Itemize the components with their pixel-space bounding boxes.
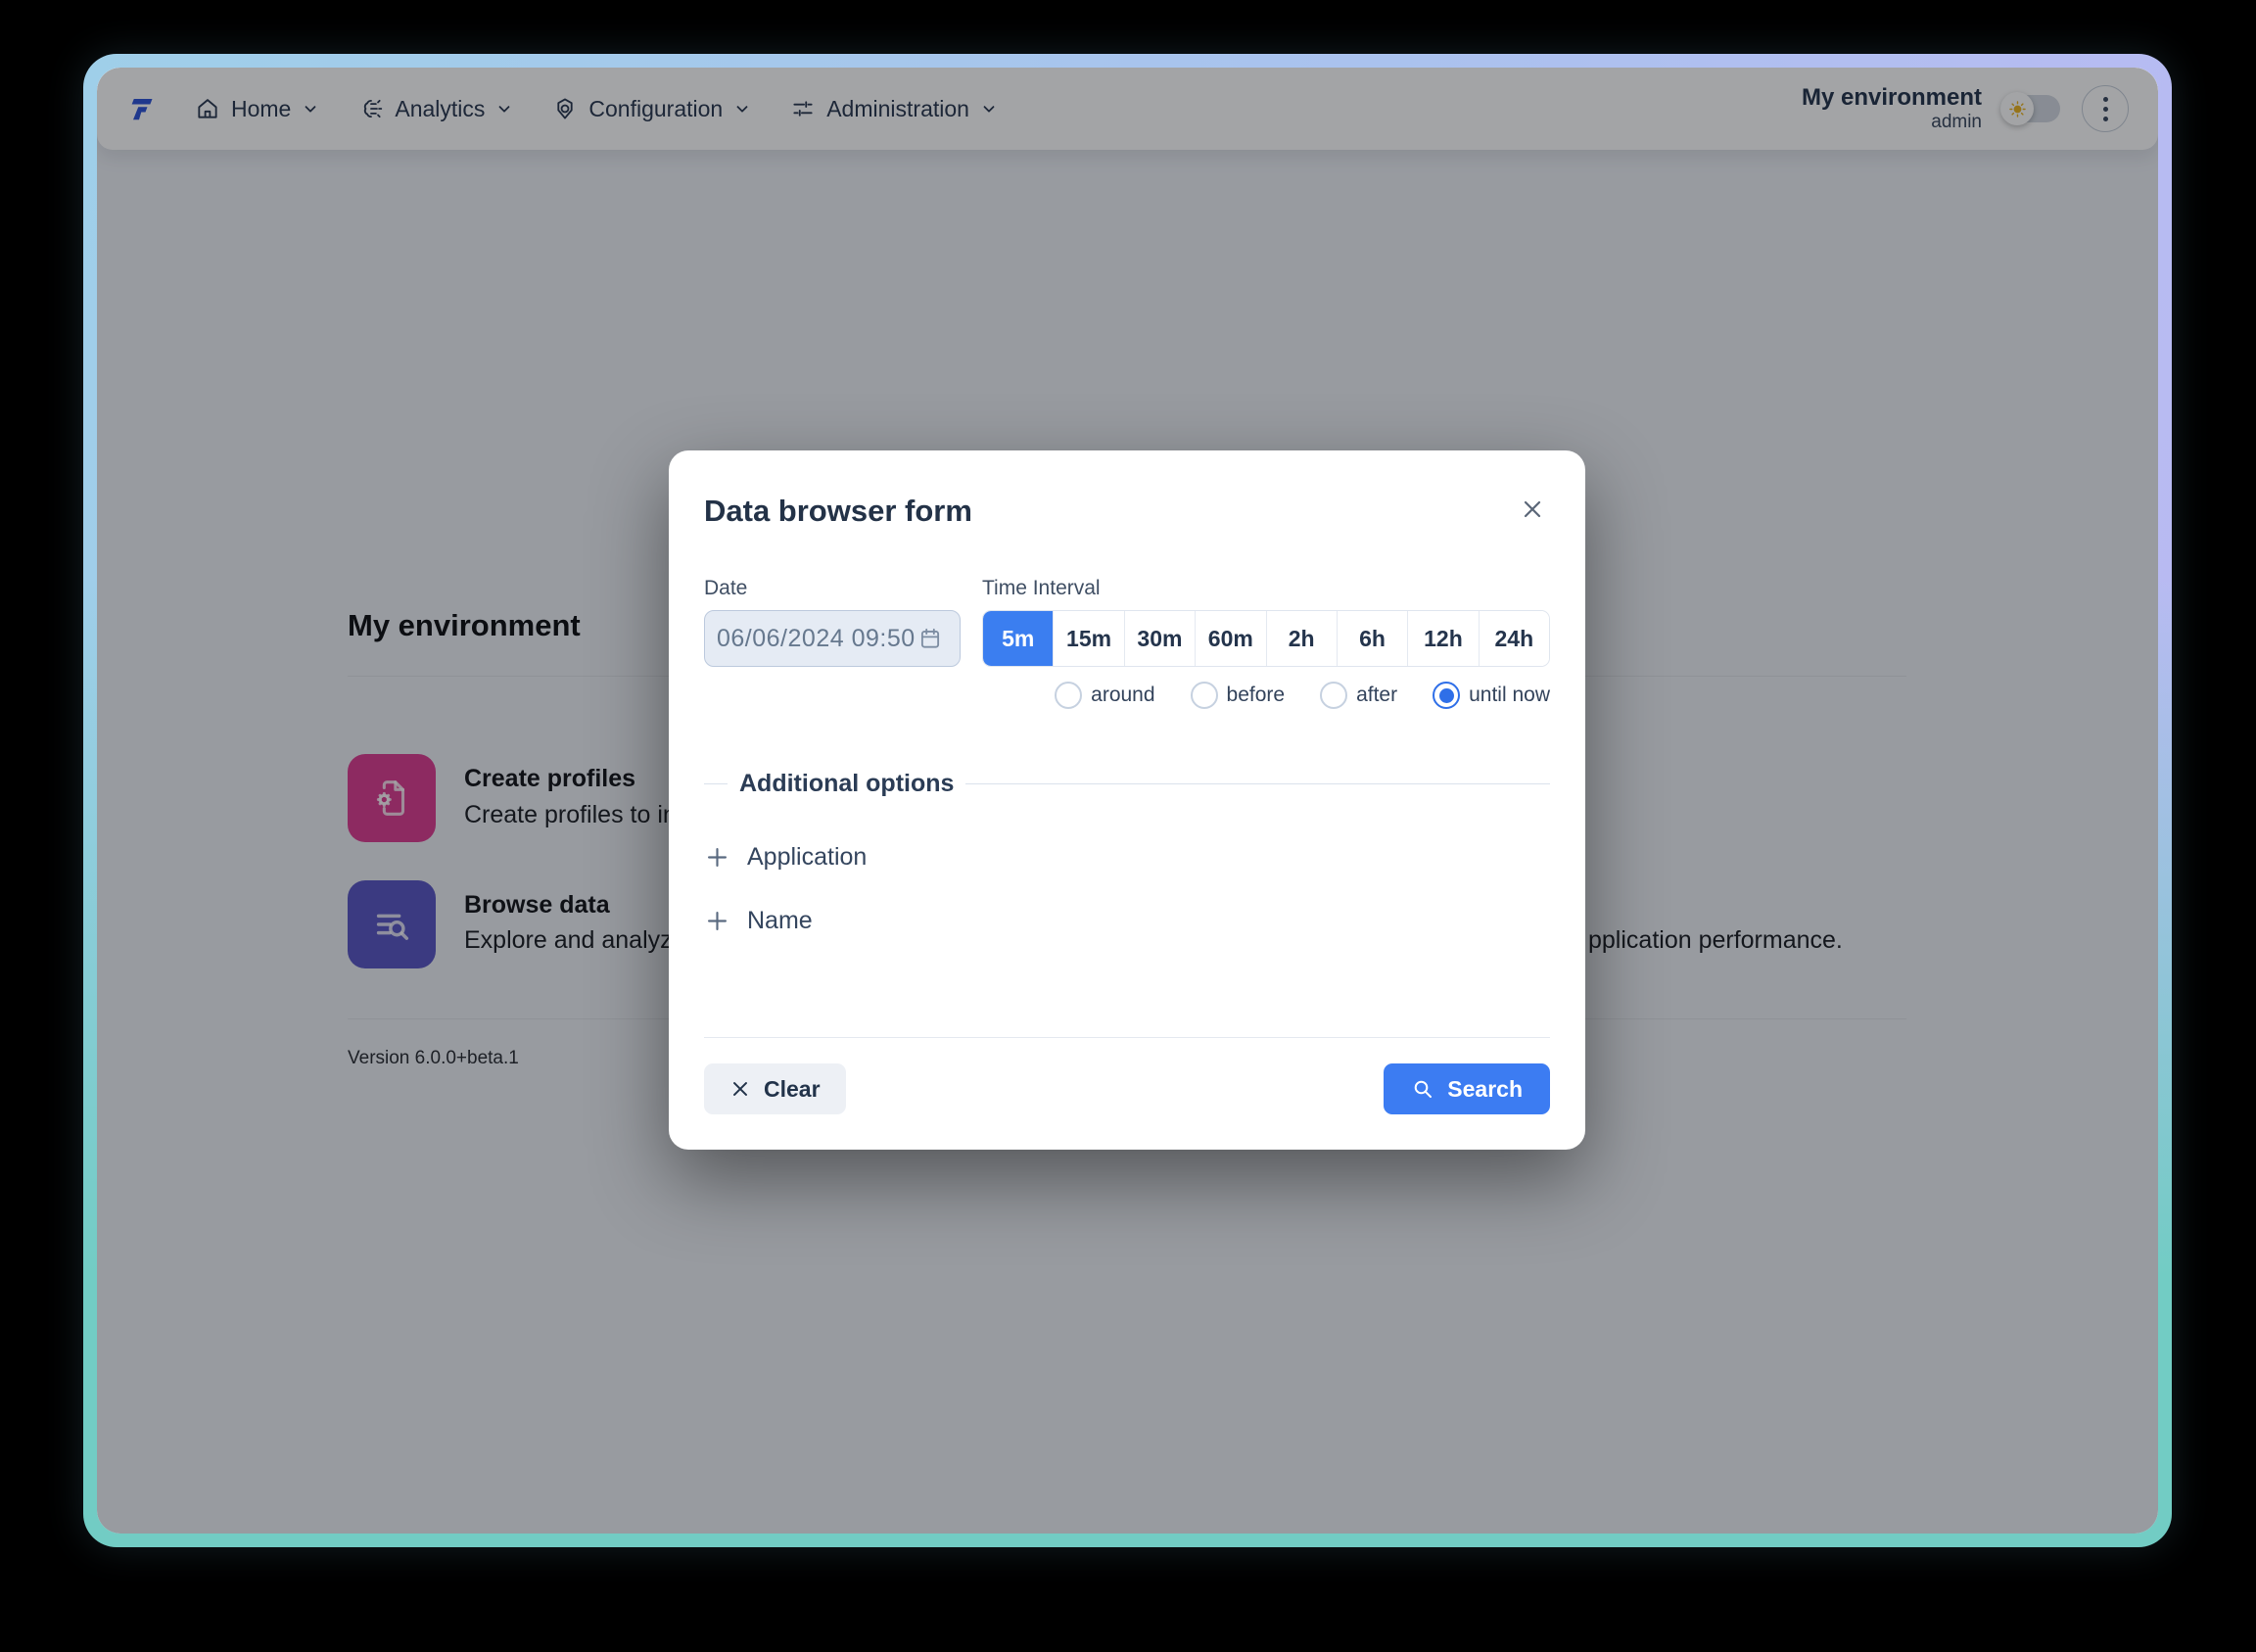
search-button[interactable]: Search <box>1384 1063 1550 1114</box>
date-field-group: Date 06/06/2024 09:50 <box>704 577 961 709</box>
search-icon <box>1411 1077 1434 1101</box>
radio-circle <box>1320 682 1347 709</box>
radio-around[interactable]: around <box>1055 682 1154 709</box>
dialog-header: Data browser form <box>704 492 1550 530</box>
interval-option-5m[interactable]: 5m <box>983 611 1053 666</box>
date-interval-row: Date 06/06/2024 09:50 Time Interval 5m 1… <box>704 577 1550 709</box>
interval-option-2h[interactable]: 2h <box>1266 611 1337 666</box>
anchor-radio-row: around before after until now <box>982 682 1550 709</box>
interval-option-15m[interactable]: 15m <box>1053 611 1123 666</box>
dialog-footer: Clear Search <box>704 1063 1550 1114</box>
time-interval-segmented-control: 5m 15m 30m 60m 2h 6h 12h 24h <box>982 610 1550 667</box>
additional-options-heading: Additional options <box>704 770 1550 798</box>
radio-until-now[interactable]: until now <box>1433 682 1550 709</box>
interval-option-30m[interactable]: 30m <box>1124 611 1195 666</box>
time-interval-label: Time Interval <box>982 577 1550 600</box>
add-name-option[interactable]: Name <box>704 907 1550 935</box>
data-browser-form-dialog: Data browser form Date 06/06/2024 09:50 … <box>669 450 1585 1150</box>
radio-after[interactable]: after <box>1320 682 1397 709</box>
close-button[interactable] <box>1515 492 1550 530</box>
add-application-option[interactable]: Application <box>704 843 1550 872</box>
radio-circle <box>1433 682 1460 709</box>
interval-option-12h[interactable]: 12h <box>1407 611 1478 666</box>
radio-before[interactable]: before <box>1191 682 1286 709</box>
divider <box>965 783 1550 785</box>
radio-circle <box>1191 682 1218 709</box>
time-interval-group: Time Interval 5m 15m 30m 60m 2h 6h 12h 2… <box>982 577 1550 709</box>
date-label: Date <box>704 577 961 600</box>
date-input[interactable]: 06/06/2024 09:50 <box>704 610 961 667</box>
interval-option-60m[interactable]: 60m <box>1195 611 1265 666</box>
plus-icon <box>704 908 730 934</box>
clear-x-icon <box>729 1078 751 1100</box>
interval-option-24h[interactable]: 24h <box>1479 611 1549 666</box>
plus-icon <box>704 844 730 871</box>
dialog-title: Data browser form <box>704 494 972 529</box>
interval-option-6h[interactable]: 6h <box>1337 611 1407 666</box>
footer-divider <box>704 1037 1550 1038</box>
divider <box>704 783 728 785</box>
clear-button[interactable]: Clear <box>704 1063 846 1114</box>
close-icon <box>1519 496 1546 523</box>
radio-circle <box>1055 682 1082 709</box>
calendar-icon <box>917 626 943 651</box>
date-value: 06/06/2024 09:50 <box>717 625 916 653</box>
